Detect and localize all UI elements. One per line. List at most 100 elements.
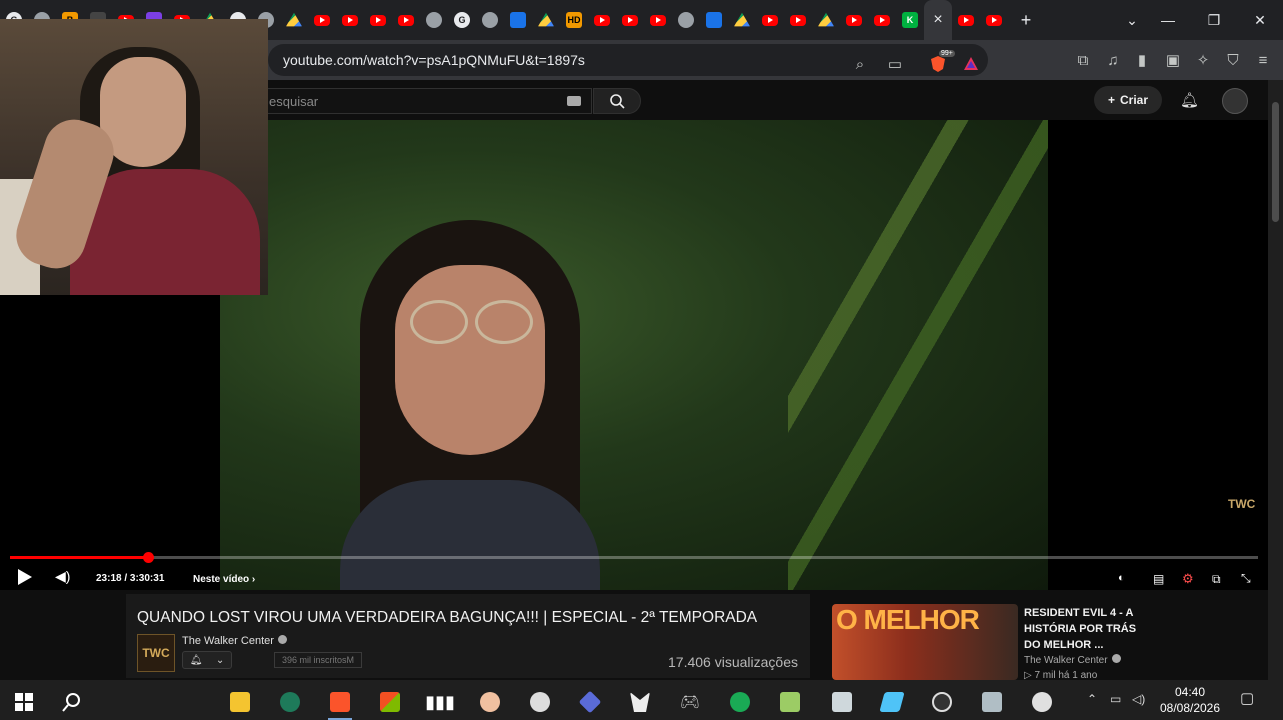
address-bar[interactable]: youtube.com/watch?v=psA1pQNMuFU&t=1897s … xyxy=(268,44,988,76)
notifications-bell-icon[interactable]: 🔔︎ xyxy=(1180,91,1199,109)
search-taskbar-button[interactable] xyxy=(52,686,92,718)
leo-ai-icon[interactable]: ✧ xyxy=(1193,50,1213,70)
store-button[interactable] xyxy=(370,686,410,718)
browser-tab-15[interactable] xyxy=(420,0,448,40)
autoplay-toggle[interactable]: ◐ xyxy=(1118,572,1125,584)
channel-avatar[interactable]: TWC xyxy=(137,634,175,672)
app-bird-button[interactable] xyxy=(520,686,560,718)
media-icon[interactable]: ♫ xyxy=(1103,50,1123,70)
zoom-icon[interactable]: ⌕ xyxy=(850,54,870,74)
brave-taskbar-button[interactable] xyxy=(320,686,360,720)
browser-tab-32[interactable]: K xyxy=(896,0,924,40)
game-controller-button[interactable]: 🎮︎ xyxy=(670,686,710,718)
close-tab-icon[interactable]: × xyxy=(933,11,942,29)
app-blue-button[interactable] xyxy=(872,686,912,718)
app-disc-button[interactable] xyxy=(1022,686,1062,718)
browser-tab-22[interactable] xyxy=(616,0,644,40)
progress-scrubber[interactable] xyxy=(143,552,154,563)
sidebar-icon[interactable]: ▮ xyxy=(1132,50,1152,70)
app-doc-button[interactable] xyxy=(822,686,862,718)
recommended-video[interactable]: O MELHOR RESIDENT EVIL 4 - A HISTÓRIA PO… xyxy=(820,600,1142,681)
app-folder2-button[interactable] xyxy=(770,686,810,718)
app-face-button[interactable] xyxy=(470,686,510,718)
extensions-icon[interactable]: ⧉ xyxy=(1073,50,1093,70)
menu-icon[interactable]: ≡ xyxy=(1253,50,1273,70)
browser-tab-29[interactable] xyxy=(812,0,840,40)
active-tab[interactable]: × xyxy=(924,0,952,40)
network-icon[interactable]: ▭ xyxy=(1110,692,1121,706)
miniplayer-icon[interactable]: ⧉ xyxy=(1212,572,1221,587)
browser-tab-17[interactable] xyxy=(476,0,504,40)
recommended-title[interactable]: RESIDENT EVIL 4 - A HISTÓRIA POR TRÁS DO… xyxy=(1024,605,1142,653)
browser-tab-20[interactable]: HD xyxy=(560,0,588,40)
search-button[interactable] xyxy=(593,88,641,114)
restore-button[interactable]: ❐ xyxy=(1191,0,1237,40)
wallet-icon[interactable]: ▣ xyxy=(1163,50,1183,70)
browser-tab-27[interactable] xyxy=(756,0,784,40)
subscribed-button[interactable]: 🔔︎ ⌄ xyxy=(182,651,232,669)
drive-favicon-icon xyxy=(734,12,750,27)
progress-bar[interactable] xyxy=(10,552,1258,563)
volume-icon[interactable]: ◀) xyxy=(55,568,70,585)
browser-tab-10[interactable] xyxy=(280,0,308,40)
page-scrollbar[interactable] xyxy=(1268,80,1283,680)
browser-tab-25[interactable] xyxy=(700,0,728,40)
browser-tab-11[interactable] xyxy=(308,0,336,40)
folder2-icon xyxy=(780,692,800,712)
browser-tab-30[interactable] xyxy=(840,0,868,40)
notifications-icon[interactable]: ▢ xyxy=(1240,689,1254,707)
create-button[interactable]: + Criar xyxy=(1094,86,1162,114)
browser-tab-after-0[interactable] xyxy=(952,0,980,40)
settings-icon[interactable]: ⚙ xyxy=(1182,571,1194,587)
cast-icon[interactable]: ▭ xyxy=(885,54,905,74)
obs-icon xyxy=(932,692,952,712)
start-button[interactable] xyxy=(4,686,44,718)
browser-tab-23[interactable] xyxy=(644,0,672,40)
recommended-thumbnail[interactable]: O MELHOR xyxy=(832,604,1018,680)
browser-tab-18[interactable] xyxy=(504,0,532,40)
yt-favicon-icon xyxy=(986,14,1002,26)
channel-watermark[interactable]: TWC xyxy=(1228,497,1255,511)
keyboard-icon[interactable] xyxy=(567,96,581,106)
browser-tab-14[interactable] xyxy=(392,0,420,40)
yt-favicon-icon xyxy=(370,14,386,26)
subscriber-count: 396 mil inscritosM xyxy=(274,652,362,668)
browser-tab-13[interactable] xyxy=(364,0,392,40)
browser-tab-after-1[interactable] xyxy=(980,0,1008,40)
browser-tab-26[interactable] xyxy=(728,0,756,40)
vpn-icon[interactable]: ⛉ xyxy=(1223,50,1243,70)
subtitles-icon[interactable]: ▤ xyxy=(1153,572,1164,586)
tray-expand-icon[interactable]: ⌃ xyxy=(1087,692,1097,706)
file-explorer-button[interactable] xyxy=(220,686,260,718)
yt-favicon-icon xyxy=(874,14,890,26)
disc-app-icon xyxy=(1032,692,1052,712)
browser-tab-21[interactable] xyxy=(588,0,616,40)
brave-rewards-icon[interactable] xyxy=(961,54,981,74)
fullscreen-exit-icon[interactable]: ⤡ xyxy=(1241,571,1251,586)
audio-app-button[interactable]: ▮▮▮ xyxy=(420,686,460,718)
chapter-button[interactable]: Neste vídeo › xyxy=(193,574,255,585)
minimize-button[interactable]: — xyxy=(1145,0,1191,40)
app-obs-button[interactable] xyxy=(922,686,962,718)
account-avatar[interactable] xyxy=(1222,88,1248,114)
browser-tab-28[interactable] xyxy=(784,0,812,40)
browser-tab-24[interactable] xyxy=(672,0,700,40)
shields-badge: 99+ xyxy=(939,50,955,57)
app-fox-button[interactable] xyxy=(620,686,660,718)
browser-tab-19[interactable] xyxy=(532,0,560,40)
scroll-thumb[interactable] xyxy=(1272,102,1279,222)
new-tab-button[interactable]: + xyxy=(1008,10,1044,31)
volume-tray-icon[interactable]: ◁) xyxy=(1132,692,1145,706)
channel-name-row[interactable]: The Walker Center xyxy=(182,635,287,647)
browser-tab-31[interactable] xyxy=(868,0,896,40)
app-stack-button[interactable] xyxy=(570,686,610,718)
close-window-button[interactable]: ✕ xyxy=(1237,0,1283,40)
app-green-button[interactable] xyxy=(720,686,760,718)
system-clock[interactable]: 04:40 08/08/2026 xyxy=(1158,684,1222,716)
brave-shields-icon[interactable] xyxy=(928,54,948,74)
play-button[interactable] xyxy=(18,569,32,585)
browser-tab-16[interactable]: G xyxy=(448,0,476,40)
browser-tab-12[interactable] xyxy=(336,0,364,40)
app-circle-button[interactable] xyxy=(270,686,310,718)
app-window-button[interactable] xyxy=(972,686,1012,718)
